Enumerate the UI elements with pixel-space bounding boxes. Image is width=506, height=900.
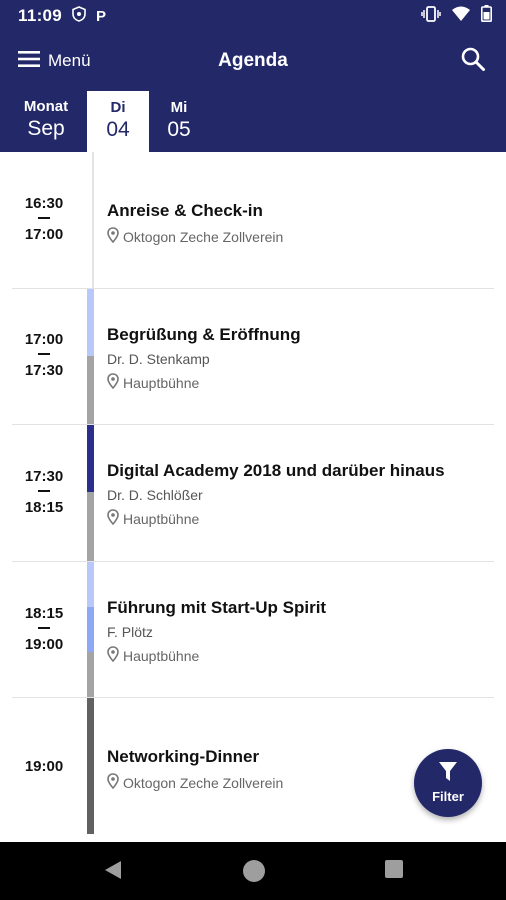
month-value: Sep	[27, 117, 65, 140]
session-location: Hauptbühne	[107, 373, 496, 392]
session-speaker: Dr. D. Stenkamp	[107, 351, 210, 367]
month-label: Monat Sep	[18, 98, 74, 141]
session-time: 17:00 17:30	[0, 331, 88, 379]
session-color-strip	[87, 492, 94, 561]
session-time: 16:30 17:00	[0, 195, 88, 243]
location-pin-icon	[107, 509, 119, 528]
session-end: 17:30	[24, 362, 64, 379]
session-color-strip	[87, 652, 94, 697]
shield-icon	[72, 6, 86, 26]
time-dash	[38, 627, 50, 629]
location-text: Hauptbühne	[123, 647, 200, 664]
wifi-icon	[451, 6, 471, 27]
session-title: Begrüßung & Eröffnung	[107, 325, 301, 344]
session-color-strip	[87, 425, 94, 492]
session-title: Digital Academy 2018 und darüber hinaus	[107, 461, 445, 480]
session-title: Anreise & Check-in	[107, 201, 263, 220]
session-color-strip	[87, 289, 94, 356]
location-text: Oktogon Zeche Zollverein	[123, 228, 284, 245]
session-item[interactable]: 18:15 19:00 Führung mit Start-Up Spirit …	[0, 562, 506, 697]
session-item[interactable]: 16:30 17:00 Anreise & Check-in Oktogon Z…	[0, 152, 506, 288]
session-location: Oktogon Zeche Zollverein	[107, 227, 496, 246]
location-pin-icon	[107, 227, 119, 246]
home-icon[interactable]	[241, 858, 267, 884]
day-number: 04	[106, 118, 130, 141]
session-time: 19:00	[0, 758, 88, 775]
tab-day-04[interactable]: Di 04	[87, 91, 149, 152]
system-nav-bar	[0, 842, 506, 900]
recents-icon[interactable]	[383, 858, 409, 884]
app-bar: Menü Agenda	[0, 32, 506, 90]
session-color-strip	[87, 562, 94, 607]
day-weekday: Di	[110, 99, 126, 116]
timeline-line	[92, 152, 94, 288]
session-content: Digital Academy 2018 und darüber hinaus …	[107, 461, 496, 528]
battery-icon	[481, 5, 492, 27]
session-item[interactable]: 17:30 18:15 Digital Academy 2018 und dar…	[0, 425, 506, 561]
day-number: 05	[167, 118, 191, 141]
status-time: 11:09	[18, 6, 63, 25]
session-time: 17:30 18:15	[0, 468, 88, 516]
time-dash	[38, 217, 50, 219]
session-end: 17:00	[24, 226, 64, 243]
session-color-strip	[87, 607, 94, 652]
session-start: 19:00	[24, 758, 64, 775]
session-list[interactable]: 16:30 17:00 Anreise & Check-in Oktogon Z…	[0, 152, 506, 842]
parking-p-icon: P	[96, 7, 107, 25]
session-end: 18:15	[24, 499, 64, 516]
session-location: Hauptbühne	[107, 509, 496, 528]
date-selector: Monat Sep Di 04 Mi 05	[0, 90, 506, 152]
location-pin-icon	[107, 773, 119, 792]
session-color-strip	[87, 698, 94, 834]
session-speaker: F. Plötz	[107, 624, 153, 640]
location-pin-icon	[107, 646, 119, 665]
session-speaker: Dr. D. Schlößer	[107, 487, 203, 503]
session-location: Hauptbühne	[107, 646, 496, 665]
location-text: Hauptbühne	[123, 510, 200, 527]
search-icon[interactable]	[460, 46, 488, 74]
session-start: 17:00	[24, 331, 64, 348]
session-content: Führung mit Start-Up Spirit F. Plötz Hau…	[107, 598, 496, 665]
time-dash	[38, 490, 50, 492]
session-content: Anreise & Check-in Oktogon Zeche Zollver…	[107, 201, 496, 246]
filter-button[interactable]: Filter	[414, 749, 482, 817]
session-start: 18:15	[24, 605, 64, 622]
vibrate-icon	[421, 5, 441, 27]
session-start: 17:30	[24, 468, 64, 485]
location-pin-icon	[107, 373, 119, 392]
session-color-strip	[87, 356, 94, 424]
filter-label: Filter	[432, 789, 464, 804]
session-time: 18:15 19:00	[0, 605, 88, 653]
tab-day-05[interactable]: Mi 05	[148, 91, 210, 152]
back-icon[interactable]	[101, 858, 127, 884]
location-text: Oktogon Zeche Zollverein	[123, 774, 284, 791]
session-title: Führung mit Start-Up Spirit	[107, 598, 327, 617]
time-dash	[38, 353, 50, 355]
location-text: Hauptbühne	[123, 374, 200, 391]
status-bar: 11:09 P	[0, 0, 506, 32]
day-weekday: Mi	[170, 99, 188, 116]
month-caption: Monat	[23, 98, 69, 115]
filter-icon	[438, 761, 458, 788]
page-title: Agenda	[218, 50, 288, 71]
session-content: Begrüßung & Eröffnung Dr. D. Stenkamp Ha…	[107, 325, 496, 392]
session-end: 19:00	[24, 636, 64, 653]
session-item[interactable]: 17:00 17:30 Begrüßung & Eröffnung Dr. D.…	[0, 289, 506, 424]
session-start: 16:30	[24, 195, 64, 212]
